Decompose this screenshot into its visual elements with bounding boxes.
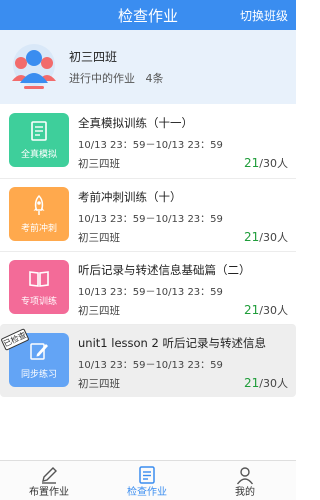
checklist-icon bbox=[139, 466, 155, 484]
assignment-class: 初三四班 bbox=[78, 158, 120, 170]
user-icon bbox=[236, 467, 254, 485]
in-progress-count: 4条 bbox=[145, 72, 164, 85]
tab-label: 布置作业 bbox=[29, 487, 69, 498]
assignment-type-tile: 考前冲刺 bbox=[9, 187, 69, 241]
submitted-count: 21 bbox=[244, 303, 260, 317]
tab-label: 检查作业 bbox=[127, 487, 167, 498]
submitted-count: 21 bbox=[244, 376, 260, 390]
assignment-class: 初三四班 bbox=[78, 232, 120, 244]
assignment-title: 听后记录与转述信息基础篇（二） bbox=[78, 263, 251, 277]
assignment-time: 10/13 23：59－10/13 23：59 bbox=[78, 140, 223, 151]
tab-assign-homework[interactable]: 布置作业 bbox=[0, 461, 98, 500]
total-count: /30人 bbox=[259, 304, 288, 317]
class-name: 初三四班 bbox=[69, 50, 118, 64]
assignment-list: 全真模拟 全真模拟训练（十一） 10/13 23：59－10/13 23：59 … bbox=[0, 105, 296, 397]
assignment-title: 全真模拟训练（十一） bbox=[78, 116, 193, 130]
class-group-icon bbox=[12, 44, 56, 89]
switch-class-button[interactable]: 切换班级 bbox=[240, 7, 288, 24]
assignment-type-tile: 专项训练 bbox=[9, 260, 69, 314]
bottom-tab-bar: 布置作业 检查作业 我的 bbox=[0, 460, 296, 500]
tile-label: 同步练习 bbox=[20, 370, 57, 380]
in-progress-label: 进行中的作业 bbox=[69, 72, 135, 85]
tile-label: 考前冲刺 bbox=[20, 224, 57, 234]
assignment-title: 考前冲刺训练（十） bbox=[78, 190, 182, 204]
total-count: /30人 bbox=[259, 157, 288, 170]
app-header: 检查作业 切换班级 bbox=[0, 0, 296, 30]
assignment-type-tile: 全真模拟 bbox=[9, 113, 69, 167]
assignment-time: 10/13 23：59－10/13 23：59 bbox=[78, 360, 223, 371]
submission-count: 21/30人 bbox=[244, 229, 288, 245]
tab-label: 我的 bbox=[235, 487, 255, 498]
assignment-card[interactable]: 专项训练 听后记录与转述信息基础篇（二） 10/13 23：59－10/13 2… bbox=[0, 251, 296, 324]
tab-check-homework[interactable]: 检查作业 bbox=[98, 461, 196, 500]
tile-label: 专项训练 bbox=[20, 297, 57, 307]
rocket-icon bbox=[33, 194, 45, 215]
total-count: /30人 bbox=[259, 231, 288, 244]
assignment-title: unit1 lesson 2 听后记录与转述信息 bbox=[78, 336, 266, 350]
assignment-time: 10/13 23：59－10/13 23：59 bbox=[78, 214, 223, 225]
in-progress-summary: 进行中的作业 4条 bbox=[69, 70, 164, 86]
pen-icon bbox=[42, 467, 57, 484]
submitted-count: 21 bbox=[244, 230, 260, 244]
assignment-class: 初三四班 bbox=[78, 378, 120, 390]
submission-count: 21/30人 bbox=[244, 302, 288, 318]
assignment-card[interactable]: 同步练习 已检查 unit1 lesson 2 听后记录与转述信息 10/13 … bbox=[0, 324, 296, 397]
document-icon bbox=[31, 121, 47, 141]
assignment-class: 初三四班 bbox=[78, 305, 120, 317]
class-summary-card[interactable]: 初三四班 进行中的作业 4条 bbox=[0, 30, 296, 104]
assignment-card[interactable]: 全真模拟 全真模拟训练（十一） 10/13 23：59－10/13 23：59 … bbox=[0, 105, 296, 178]
total-count: /30人 bbox=[259, 377, 288, 390]
assignment-card[interactable]: 考前冲刺 考前冲刺训练（十） 10/13 23：59－10/13 23：59 初… bbox=[0, 178, 296, 251]
tile-label: 全真模拟 bbox=[20, 150, 57, 160]
edit-icon bbox=[30, 343, 48, 360]
submission-count: 21/30人 bbox=[244, 155, 288, 171]
submission-count: 21/30人 bbox=[244, 375, 288, 391]
tab-profile[interactable]: 我的 bbox=[196, 461, 294, 500]
book-icon bbox=[29, 271, 49, 287]
submitted-count: 21 bbox=[244, 156, 260, 170]
assignment-time: 10/13 23：59－10/13 23：59 bbox=[78, 287, 223, 298]
